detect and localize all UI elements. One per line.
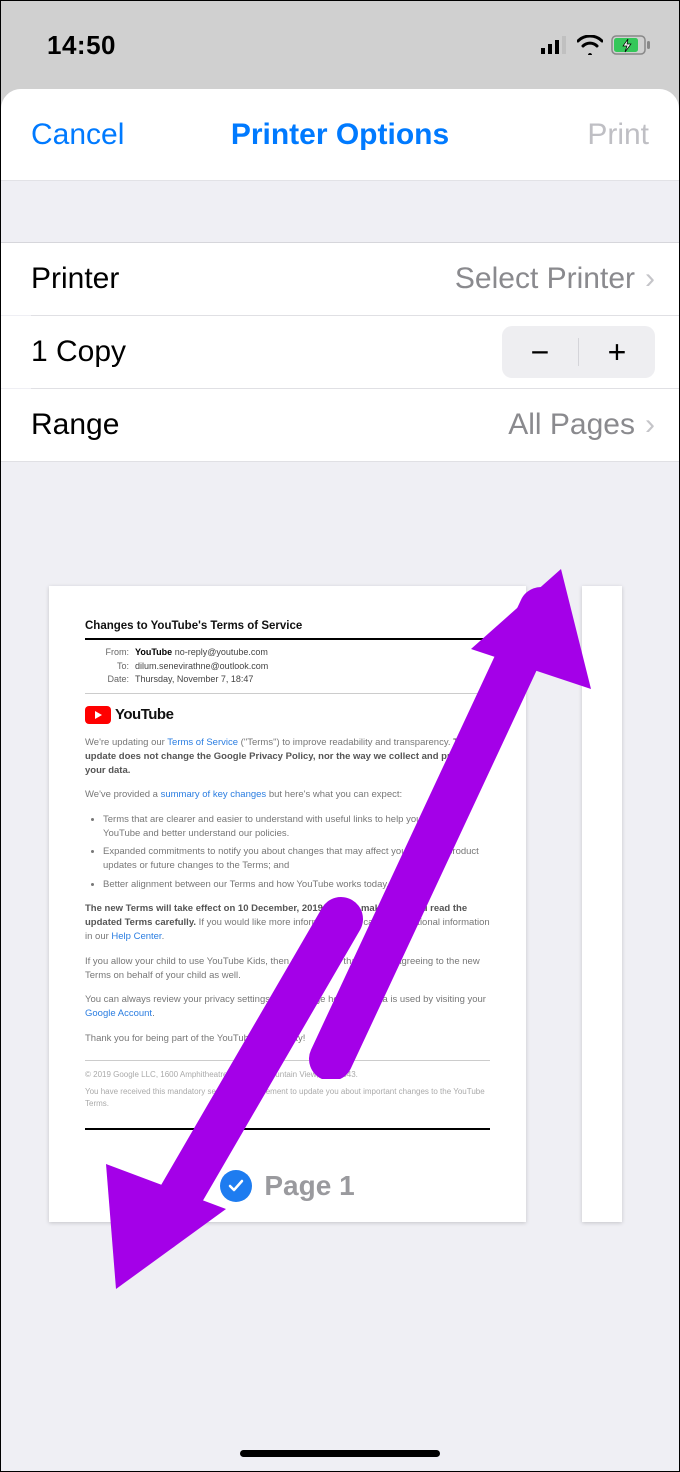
range-value: All Pages <box>508 408 635 442</box>
page-selected-check-icon <box>220 1170 252 1202</box>
page-preview-next-peek[interactable] <box>582 586 622 1222</box>
printer-cell[interactable]: Printer Select Printer › <box>1 243 679 315</box>
wifi-icon <box>577 35 603 55</box>
status-bar: 14:50 <box>1 1 679 89</box>
printer-value: Select Printer <box>455 262 635 296</box>
chevron-right-icon: › <box>645 408 655 442</box>
range-cell[interactable]: Range All Pages › <box>1 389 679 461</box>
doc-title: Changes to YouTube's Terms of Service <box>85 620 490 632</box>
range-label: Range <box>31 408 119 442</box>
page-number-label: Page 1 <box>264 1170 354 1202</box>
page-indicator[interactable]: Page 1 <box>85 1170 490 1202</box>
page-title: Printer Options <box>231 118 449 152</box>
print-button[interactable]: Print <box>587 118 649 152</box>
copies-cell: 1 Copy − + <box>1 316 679 388</box>
status-icons <box>541 35 651 55</box>
copies-stepper: − + <box>502 326 655 378</box>
cancel-button[interactable]: Cancel <box>31 118 124 152</box>
preview-area[interactable]: Changes to YouTube's Terms of Service Fr… <box>1 462 679 1222</box>
youtube-play-icon <box>85 706 111 724</box>
cellular-icon <box>541 36 569 54</box>
stepper-increment-button[interactable]: + <box>579 326 655 378</box>
printer-label: Printer <box>31 262 119 296</box>
status-time: 14:50 <box>47 30 116 61</box>
nav-bar: Cancel Printer Options Print <box>1 89 679 181</box>
page-preview-1[interactable]: Changes to YouTube's Terms of Service Fr… <box>49 586 526 1222</box>
copies-label: 1 Copy <box>31 335 126 369</box>
battery-charging-icon <box>611 35 651 55</box>
chevron-right-icon: › <box>645 262 655 296</box>
youtube-logo: YouTube <box>85 706 490 724</box>
home-indicator[interactable] <box>240 1450 440 1457</box>
stepper-decrement-button[interactable]: − <box>502 326 578 378</box>
print-sheet: Cancel Printer Options Print Printer Sel… <box>1 89 679 1471</box>
